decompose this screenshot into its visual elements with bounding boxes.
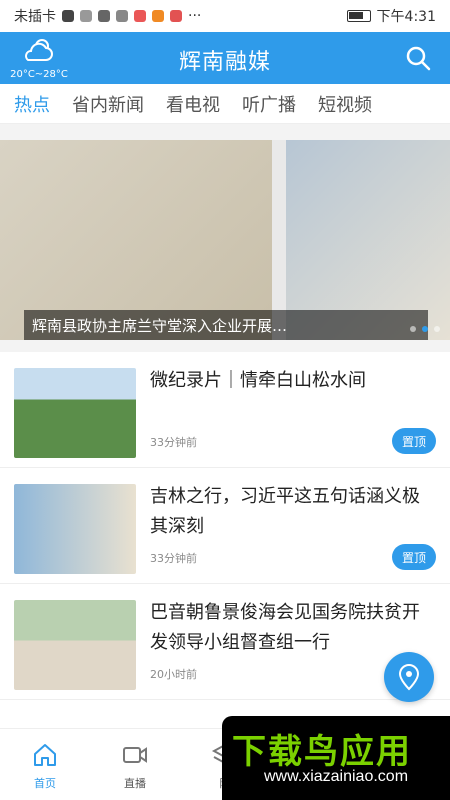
carousel-caption: 辉南县政协主席兰守堂深入企业开展… xyxy=(24,310,428,340)
search-icon[interactable] xyxy=(404,44,432,72)
news-title: 巴音朝鲁景俊海会见国务院扶贫开发领导小组督查组一行 xyxy=(150,602,420,653)
category-tabs: 热点 省内新闻 看电视 听广播 短视频 xyxy=(0,84,450,124)
news-thumbnail xyxy=(14,600,136,690)
tab-short-video[interactable]: 短视频 xyxy=(318,91,372,117)
watermark-url: www.xiazainiao.com xyxy=(263,768,409,785)
tab-hot[interactable]: 热点 xyxy=(14,91,50,117)
tab-provincial-news[interactable]: 省内新闻 xyxy=(72,91,144,117)
app-icon xyxy=(170,10,182,22)
carousel-dot xyxy=(434,326,440,332)
news-time: 20小时前 xyxy=(150,668,197,681)
video-icon xyxy=(123,747,147,763)
news-item[interactable]: 巴音朝鲁景俊海会见国务院扶贫开发领导小组督查组一行 20小时前 xyxy=(0,584,450,700)
watermark-title: 下载鸟应用 xyxy=(232,732,412,772)
news-time: 33分钟前 xyxy=(150,552,197,565)
nav-live[interactable]: 直播 xyxy=(90,729,180,800)
news-title: 微纪录片｜情牵白山松水间 xyxy=(150,370,366,391)
location-button[interactable] xyxy=(384,652,434,702)
wifi-icon xyxy=(80,10,92,22)
status-time: 下午4:31 xyxy=(376,9,436,25)
news-time: 33分钟前 xyxy=(150,436,197,449)
download-icon xyxy=(98,10,110,22)
tab-radio[interactable]: 听广播 xyxy=(242,91,296,117)
nav-live-label: 直播 xyxy=(124,777,146,790)
news-list: 微纪录片｜情牵白山松水间 33分钟前 置顶 吉林之行，习近平这五句话涵义极其深刻… xyxy=(0,352,450,728)
sim-status: 未插卡 xyxy=(14,9,56,25)
carousel-caption-text: 辉南县政协主席兰守堂深入企业开展… xyxy=(32,316,288,335)
status-bar: 未插卡 ··· 下午4:31 xyxy=(0,0,450,32)
news-thumbnail xyxy=(14,368,136,458)
app-header: 20°C~28°C 辉南融媒 xyxy=(0,32,450,84)
battery-icon xyxy=(346,10,371,22)
pinned-badge: 置顶 xyxy=(392,428,436,454)
nav-home[interactable]: 首页 xyxy=(0,729,90,800)
news-item[interactable]: 微纪录片｜情牵白山松水间 33分钟前 置顶 xyxy=(0,352,450,468)
carousel-dot xyxy=(410,326,416,332)
sim-icon xyxy=(62,10,74,22)
carousel-indicator xyxy=(410,326,440,332)
globe-icon xyxy=(116,10,128,22)
headline-carousel[interactable]: 辉南县政协主席兰守堂深入企业开展… xyxy=(0,140,450,340)
nav-home-label: 首页 xyxy=(34,777,56,790)
news-thumbnail xyxy=(14,484,136,574)
weibo-icon xyxy=(134,10,146,22)
carousel-dot-active xyxy=(422,326,428,332)
home-icon xyxy=(34,744,56,766)
news-title: 吉林之行，习近平这五句话涵义极其深刻 xyxy=(150,486,420,537)
pinned-badge: 置顶 xyxy=(392,544,436,570)
location-pin-icon xyxy=(398,663,420,691)
news-item[interactable]: 吉林之行，习近平这五句话涵义极其深刻 33分钟前 置顶 xyxy=(0,468,450,584)
notification-icon xyxy=(152,10,164,22)
tab-tv[interactable]: 看电视 xyxy=(166,91,220,117)
download-site-watermark: 下载鸟应用 www.xiazainiao.com xyxy=(222,716,450,800)
more-indicator: ··· xyxy=(188,8,202,24)
app-title: 辉南融媒 xyxy=(178,50,271,75)
